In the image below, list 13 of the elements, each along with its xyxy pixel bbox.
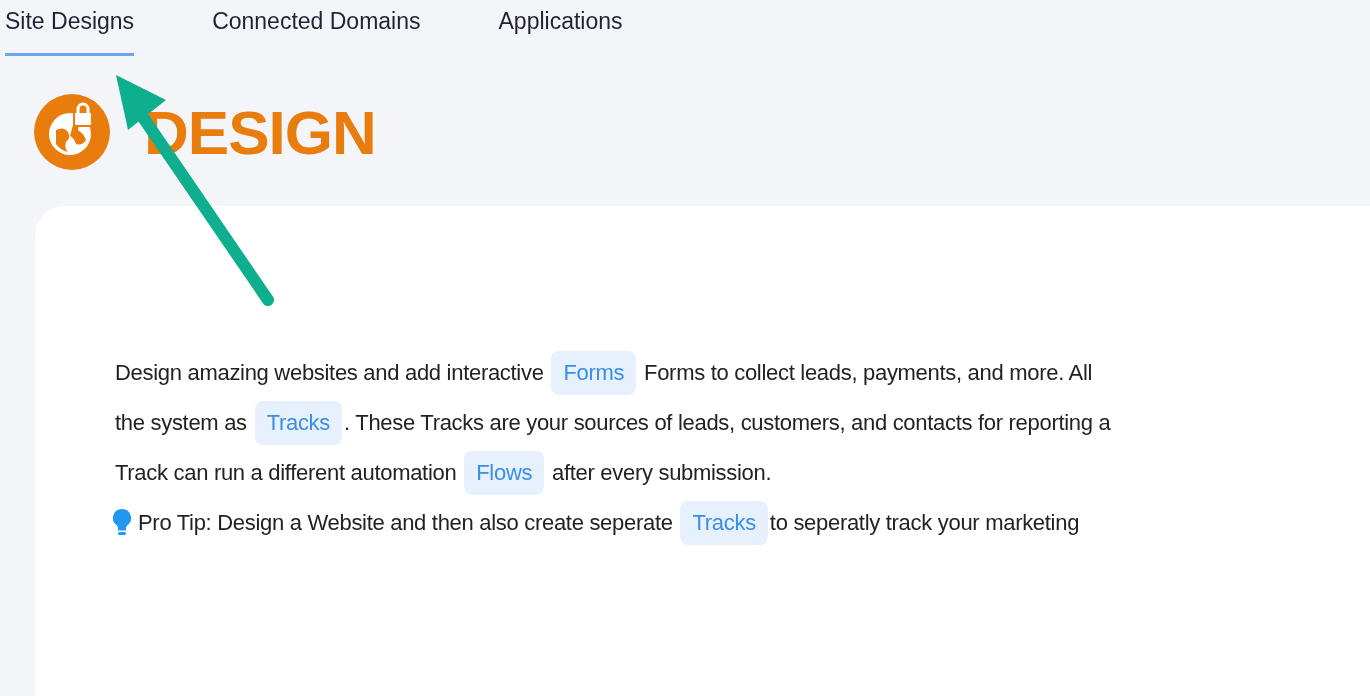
tab[interactable]: Connected Domains xyxy=(212,0,421,56)
tag-link[interactable]: Forms xyxy=(551,351,637,395)
pro-tip-text: Pro Tip: Design a Website and then also create seperate Tracks to seperatly track your marketing xyxy=(138,498,1080,548)
lightbulb-icon xyxy=(112,508,132,538)
tag-link[interactable]: Flows xyxy=(464,451,545,495)
tab[interactable]: Site Designs xyxy=(5,0,135,56)
description-text: Design amazing websites and add interactive Forms Forms to collect leads, payments, and more. All xyxy=(115,348,1370,398)
description-text: the system as Tracks . These Tracks are your sources of leads, customers, and contacts for reporting a xyxy=(115,398,1370,448)
tag-link[interactable]: Tracks xyxy=(254,401,343,445)
description-text: Track can run a different automation Flows after every submission. xyxy=(115,448,1370,498)
globe-lock-icon xyxy=(34,94,110,170)
tag-link[interactable]: Tracks xyxy=(680,501,768,545)
tab[interactable]: Applications xyxy=(498,0,623,56)
